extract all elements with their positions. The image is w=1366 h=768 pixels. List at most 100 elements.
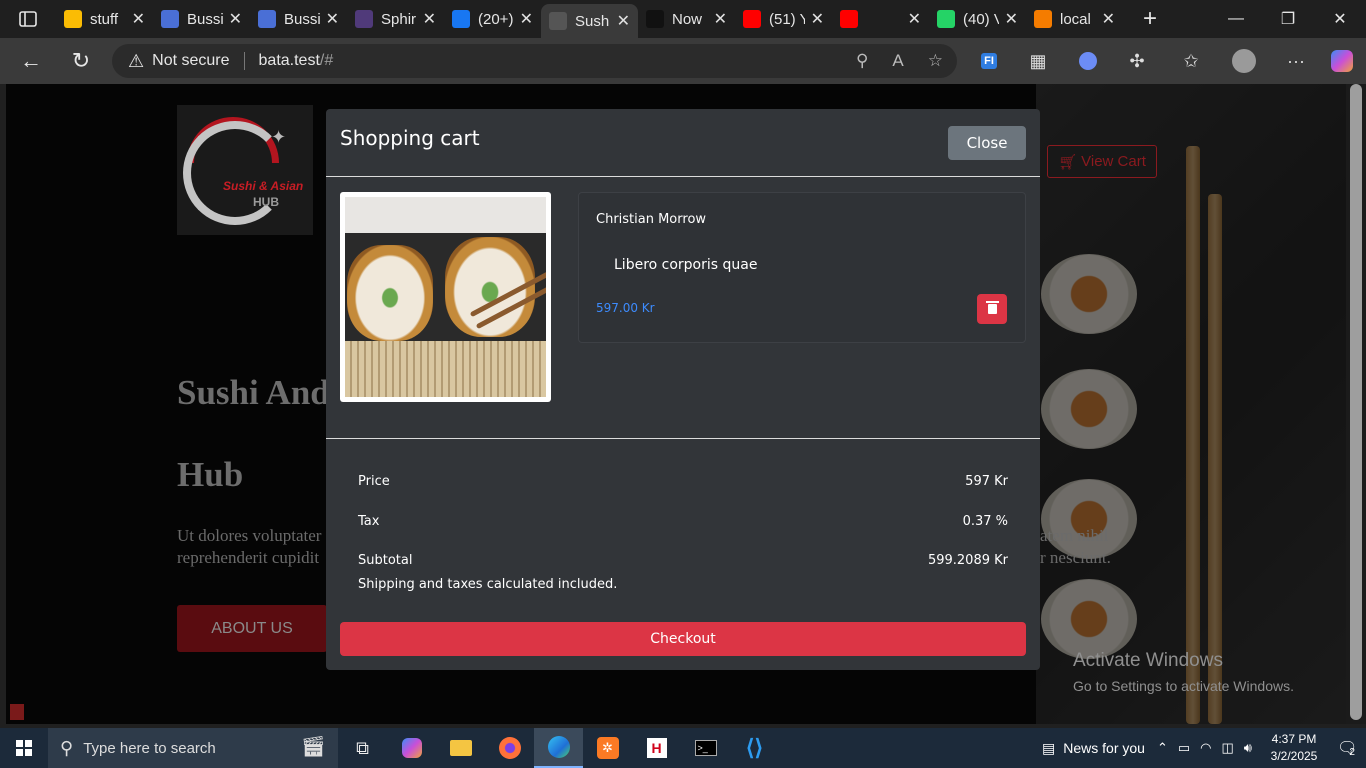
browser-tab[interactable]: Now ✕ — [638, 0, 735, 38]
browser-tab[interactable]: ✕ — [832, 0, 929, 38]
modal-divider — [326, 438, 1040, 439]
read-aloud-icon[interactable]: A — [892, 51, 903, 71]
about-us-button[interactable]: ABOUT US — [177, 605, 327, 652]
extensions-puzzle-icon[interactable]: ✣ — [1119, 38, 1155, 84]
volume-icon[interactable]: 🔊︎ — [1244, 740, 1252, 756]
browser-tab[interactable]: Bussi ✕ — [250, 0, 347, 38]
address-bar[interactable]: ⚠ Not secure bata.test/# ⚲ A ☆ — [112, 44, 957, 78]
start-button[interactable] — [0, 728, 48, 768]
close-tab-icon[interactable]: ✕ — [811, 9, 824, 29]
close-tab-icon[interactable]: ✕ — [326, 9, 339, 29]
terminal-icon[interactable]: >_ — [681, 728, 730, 768]
extension-fi-icon[interactable]: FI — [971, 38, 1007, 84]
battery-icon[interactable]: ▭ — [1178, 740, 1190, 756]
heidisql-icon[interactable]: H — [632, 728, 681, 768]
hero-text-line: atem nihil — [1040, 526, 1109, 545]
browser-tab[interactable]: (20+) ✕ — [444, 0, 541, 38]
site-logo[interactable]: ✦ Sushi & Asian HUB — [177, 105, 313, 235]
minimize-button[interactable]: — — [1210, 0, 1262, 38]
close-tab-icon[interactable]: ✕ — [1005, 9, 1018, 29]
close-button[interactable]: Close — [948, 126, 1026, 160]
tab-title: (20+) — [478, 10, 514, 28]
security-status[interactable]: Not secure — [152, 52, 229, 70]
checkout-button[interactable]: Checkout — [340, 622, 1026, 656]
taskbar-search[interactable]: ⚲ Type here to search 🎬︎ — [48, 728, 338, 768]
tab-title: Now — [672, 10, 703, 28]
address-toolbar: ← ↻ ⚠ Not secure bata.test/# ⚲ A ☆ FI ▦ … — [0, 38, 1366, 84]
favorites-icon[interactable]: ✩ — [1173, 38, 1209, 84]
copilot-icon[interactable] — [1324, 38, 1360, 84]
browser-tab[interactable]: (51) Y ✕ — [735, 0, 832, 38]
laravel-debug-icon[interactable] — [10, 704, 24, 720]
browser-tab[interactable]: Bussi ✕ — [153, 0, 250, 38]
omnibox-actions: ⚲ A ☆ — [856, 44, 943, 78]
facebook-icon — [452, 10, 470, 28]
tab-actions-icon — [19, 11, 37, 27]
profile-avatar[interactable] — [1226, 38, 1262, 84]
tab-title: Bussi — [284, 10, 320, 28]
back-button[interactable]: ← — [6, 38, 56, 84]
vscode-icon[interactable]: ⟨⟩ — [730, 728, 779, 768]
search-placeholder: Type here to search — [83, 739, 216, 757]
google-drive-icon — [64, 10, 82, 28]
price-value: 597 Kr — [965, 474, 1008, 489]
clock-time: 4:37 PM — [1271, 732, 1317, 746]
zoom-icon[interactable]: ⚲ — [856, 51, 868, 71]
scrollbar-thumb[interactable] — [1350, 84, 1362, 720]
search-highlight-icon[interactable]: 🎬︎ — [301, 734, 326, 759]
file-explorer-icon[interactable] — [436, 728, 485, 768]
notifications-button[interactable]: 🗨︎ 2 — [1326, 738, 1366, 758]
hero-text-line: r nesciunt. — [1040, 548, 1111, 567]
close-tab-icon[interactable]: ✕ — [1102, 9, 1115, 29]
sushi-roll-image — [347, 245, 433, 341]
tax-value: 0.37 % — [962, 514, 1008, 529]
meet-now-icon[interactable]: ◫ — [1222, 740, 1234, 756]
tab-title: (51) Y — [769, 10, 805, 28]
favorite-star-icon[interactable]: ☆ — [928, 51, 943, 71]
tab-title: (40) V — [963, 10, 999, 28]
docs-icon — [161, 10, 179, 28]
firefox-icon[interactable] — [485, 728, 534, 768]
page-scrollbar[interactable] — [1346, 84, 1366, 724]
url-text[interactable]: bata.test/# — [259, 52, 334, 70]
refresh-button[interactable]: ↻ — [56, 38, 106, 84]
item-option: Libero corporis quae — [614, 257, 758, 273]
browser-tab[interactable]: Sphir ✕ — [347, 0, 444, 38]
extension-lens-icon[interactable] — [1070, 38, 1106, 84]
task-view-icon[interactable]: ⧉ — [338, 728, 387, 768]
browser-tab[interactable]: Sush ✕ — [541, 4, 638, 38]
view-cart-button[interactable]: 🛒︎ View Cart — [1047, 145, 1157, 178]
browser-tab[interactable]: local ✕ — [1026, 0, 1123, 38]
browser-tab[interactable]: stuff ✕ — [56, 0, 153, 38]
chevron-up-icon[interactable]: ⌃ — [1157, 740, 1168, 756]
extension-qr-icon[interactable]: ▦ — [1020, 38, 1056, 84]
browser-tab[interactable]: (40) V ✕ — [929, 0, 1026, 38]
activation-title: Activate Windows — [1073, 650, 1223, 671]
close-window-button[interactable]: ✕ — [1314, 0, 1366, 38]
close-tab-icon[interactable]: ✕ — [423, 9, 436, 29]
close-tab-icon[interactable]: ✕ — [617, 11, 630, 31]
tab-actions-button[interactable] — [0, 0, 56, 38]
globe-icon — [549, 12, 567, 30]
new-tab-button[interactable]: + — [1135, 5, 1165, 33]
window-controls: — ❐ ✕ — [1210, 0, 1366, 38]
delete-item-button[interactable] — [977, 294, 1007, 324]
copilot-taskbar-icon[interactable] — [387, 728, 436, 768]
edge-browser-icon[interactable] — [534, 728, 583, 768]
search-icon: ⚲ — [60, 737, 74, 758]
close-tab-icon[interactable]: ✕ — [132, 9, 145, 29]
omnibox-divider — [243, 52, 245, 70]
close-tab-icon[interactable]: ✕ — [908, 9, 921, 29]
close-tab-icon[interactable]: ✕ — [714, 9, 727, 29]
news-widget[interactable]: ▤ News for you — [1042, 740, 1145, 757]
settings-more-icon[interactable]: ··· — [1278, 38, 1314, 84]
restore-button[interactable]: ❐ — [1262, 0, 1314, 38]
wifi-icon[interactable]: ◠ — [1200, 740, 1211, 756]
xampp-icon[interactable]: ✲ — [583, 728, 632, 768]
close-tab-icon[interactable]: ✕ — [520, 9, 533, 29]
close-tab-icon[interactable]: ✕ — [229, 9, 242, 29]
tray-icons: ⌃ ▭ ◠ ◫ 🔊︎ — [1157, 740, 1252, 756]
logo-sparkle-icon: ✦ — [271, 127, 287, 147]
clock[interactable]: 4:37 PM 3/2/2025 — [1262, 731, 1326, 765]
hero-title-line: Sushi And — [177, 373, 330, 412]
